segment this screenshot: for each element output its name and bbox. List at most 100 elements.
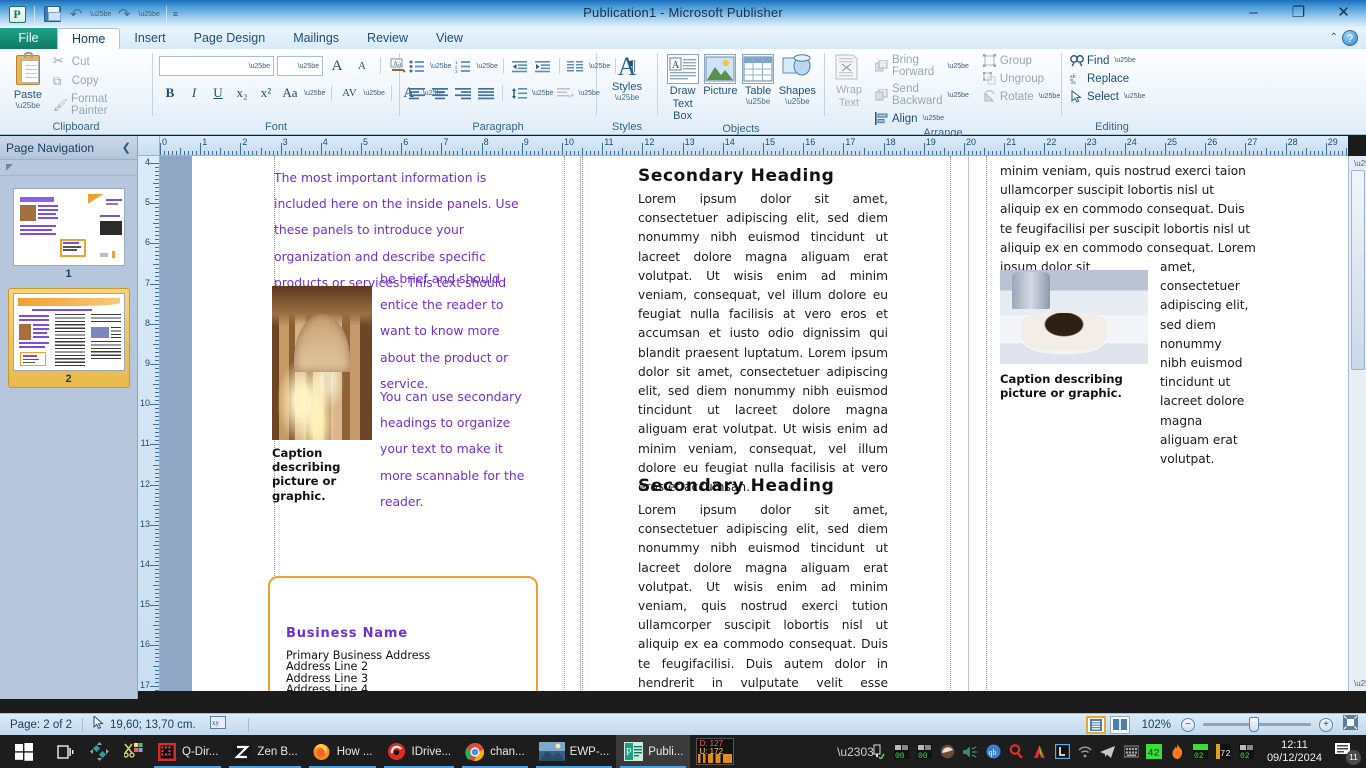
picture-button[interactable]: Picture (701, 54, 739, 97)
help-button[interactable]: ? (1342, 30, 1358, 46)
cpu-42-icon[interactable]: 42 (1146, 743, 1163, 760)
taskbar-app-firefox[interactable]: How ... (305, 735, 380, 768)
line-spacing-dropdown-icon[interactable]: \u25be (532, 90, 553, 97)
character-spacing-button[interactable]: AV (338, 82, 360, 104)
collapse-ribbon-icon[interactable]: ⌃ (1330, 32, 1338, 43)
left-picture[interactable] (272, 286, 372, 440)
zoom-out-button[interactable]: − (1181, 717, 1195, 732)
paste-button[interactable]: Paste \u25be (6, 52, 50, 110)
numbering-button[interactable]: 1 2 3 (452, 55, 474, 77)
zoom-level[interactable]: 102% (1142, 719, 1171, 731)
numbering-dropdown-icon[interactable]: \u25be (476, 63, 497, 70)
meter-00-icon-2[interactable]: 00 (916, 743, 933, 760)
font-size-input[interactable]: \u25be (277, 56, 323, 76)
ruler-corner[interactable] (138, 136, 160, 156)
page-indicator[interactable]: Page: 2 of 2 (10, 719, 72, 731)
zoom-in-button[interactable]: + (1319, 717, 1333, 732)
tab-insert[interactable]: Insert (120, 28, 179, 49)
network-monitor-gadget[interactable]: D: 127 U: 172 (696, 738, 735, 765)
align-button[interactable]: Align \u25be (873, 111, 971, 126)
font-name-input[interactable]: \u25be (159, 56, 274, 76)
minimize-button[interactable]: – (1231, 0, 1276, 24)
bullets-dropdown-icon[interactable]: \u25be (430, 63, 451, 70)
group-button[interactable]: Group (981, 53, 1062, 68)
draw-text-box-button[interactable]: A Draw Text Box (664, 54, 701, 122)
char-spacing-dropdown-icon[interactable]: \u25be (363, 90, 384, 97)
ungroup-button[interactable]: Ungroup (981, 71, 1062, 86)
edge-icon[interactable] (939, 743, 956, 760)
bring-forward-dropdown-icon[interactable]: \u25be (947, 63, 968, 70)
shapes-dropdown-icon[interactable]: \u25be (785, 97, 809, 106)
select-button[interactable]: Select \u25be (1068, 89, 1147, 104)
wrap-text-button[interactable]: Wrap Text (831, 53, 867, 109)
tab-review[interactable]: Review (353, 28, 422, 49)
fit-page-button[interactable] (1343, 714, 1358, 735)
telegram-icon[interactable] (1100, 743, 1117, 760)
search-icon[interactable] (1008, 743, 1025, 760)
middle-heading-2[interactable]: Secondary Heading (638, 476, 834, 496)
usb-icon[interactable] (870, 743, 887, 760)
wifi-icon[interactable] (1077, 743, 1094, 760)
table-dropdown-icon[interactable]: \u25be (746, 97, 770, 106)
snip-tool-button[interactable] (116, 735, 150, 768)
line-spacing-button[interactable] (508, 82, 530, 104)
change-case-dropdown-icon[interactable]: \u25be (304, 90, 325, 97)
meter-02-icon-1[interactable]: 02 (1192, 743, 1209, 760)
taskbar-app-idrive[interactable]: IDrive... (380, 735, 459, 768)
restore-button[interactable]: ❐ (1276, 0, 1321, 24)
speaker-icon[interactable] (962, 743, 979, 760)
styles-button[interactable]: A Styles \u25be (603, 54, 651, 103)
taskbar-app-chrome[interactable]: chan... (458, 735, 532, 768)
chevron-up-icon[interactable]: \u2303 (837, 743, 874, 760)
bullets-button[interactable] (406, 55, 428, 77)
horizontal-ruler[interactable]: 0 1 2 3 4 5 6 7 8 9 10 11 12 13 14 15 16 17 18 19 20 21 22 23 24… (138, 136, 1348, 156)
scroll-up-arrow[interactable]: \u25b2 (1354, 159, 1366, 168)
tab-home[interactable]: Home (57, 28, 121, 49)
replace-button[interactable]: ab ac Replace (1068, 71, 1147, 86)
close-button[interactable]: ✕ (1321, 0, 1366, 24)
avast-icon[interactable] (1031, 743, 1048, 760)
font-size-dropdown-icon[interactable]: \u25be (298, 63, 319, 70)
qbittorrent-icon[interactable]: qb (985, 743, 1002, 760)
bring-forward-button[interactable]: Bring Forward \u25be (873, 53, 971, 79)
increase-indent-button[interactable] (532, 55, 554, 77)
two-page-spread-button[interactable] (1109, 715, 1130, 734)
collapse-pane-icon[interactable]: ❮ (122, 141, 131, 154)
align-center-button[interactable] (429, 82, 451, 104)
tab-page-design[interactable]: Page Design (180, 28, 280, 49)
page-thumbnail-1[interactable]: 1 (8, 184, 130, 282)
taskbar-clock[interactable]: 12:11 09/12/2024 (1261, 739, 1328, 765)
keyboard-icon[interactable] (1123, 743, 1140, 760)
meter-00-icon-1[interactable]: 00 (893, 743, 910, 760)
taskbar-app-zen-browser[interactable]: Zen B... (225, 735, 304, 768)
cut-button[interactable]: Cut (50, 53, 146, 70)
publication-page[interactable]: The most important information is includ… (192, 156, 1348, 691)
rotate-button[interactable]: Rotate \u25be (981, 89, 1062, 104)
decrease-indent-button[interactable] (509, 55, 531, 77)
right-picture[interactable] (1000, 270, 1148, 364)
italic-button[interactable]: I (183, 82, 205, 104)
business-address[interactable]: Primary Business Address Address Line 2 … (286, 650, 430, 691)
superscript-button[interactable]: x² (255, 82, 277, 104)
middle-body-1[interactable]: Lorem ipsum dolor sit amet, consectetuer… (638, 190, 888, 497)
find-dropdown-icon[interactable]: \u25be (1114, 57, 1135, 64)
page-thumbnail-2[interactable]: 2 (7, 288, 130, 388)
left-wrapped-text-1[interactable]: be brief and should entice the reader to… (380, 266, 528, 397)
baseline-guides-button[interactable] (554, 82, 576, 104)
vertical-scrollbar[interactable]: \u25b2 \u25bc (1348, 156, 1366, 691)
change-case-button[interactable]: Aa (279, 82, 301, 104)
flame-icon[interactable] (1169, 743, 1186, 760)
styles-dropdown-icon[interactable]: \u25be (615, 93, 639, 102)
table-button[interactable]: Table \u25be (739, 54, 776, 106)
taskbar-app-publisher[interactable]: P Publi... (616, 735, 691, 768)
meter-02-icon-2[interactable]: 02 (1238, 743, 1255, 760)
justify-button[interactable] (475, 82, 497, 104)
document-canvas[interactable]: The most important information is includ… (160, 156, 1348, 691)
align-right-button[interactable] (452, 82, 474, 104)
bold-button[interactable]: B (159, 82, 181, 104)
single-page-view-button[interactable] (1085, 715, 1106, 734)
rotate-dropdown-icon[interactable]: \u25be (1039, 93, 1060, 100)
notification-center-button[interactable]: 11 (1334, 741, 1361, 765)
paste-dropdown-icon[interactable]: \u25be (16, 101, 40, 110)
subscript-button[interactable]: x₂ (231, 82, 253, 104)
